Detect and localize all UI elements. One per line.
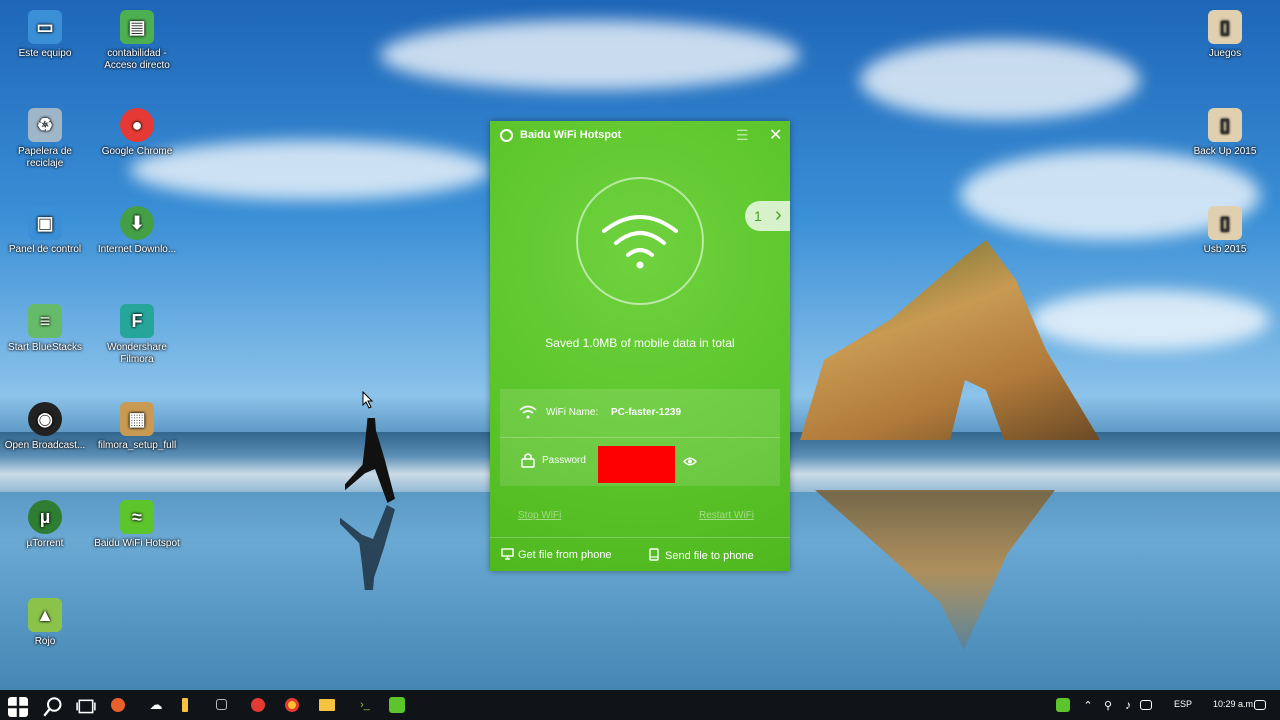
chrome-icon: ●: [120, 108, 154, 142]
clock[interactable]: 10:29 a.m.: [1213, 699, 1256, 709]
desktop-icon-chrome[interactable]: ● Google Chrome: [92, 108, 182, 158]
monitor-icon: [501, 548, 514, 560]
idm-icon: ⬇: [120, 206, 154, 240]
desktop-icon-utorrent[interactable]: µ µTorrent: [0, 500, 90, 550]
network-icon[interactable]: ⚲: [1098, 695, 1118, 715]
recycle-bin-icon: ♻: [28, 108, 62, 142]
eye-icon[interactable]: [683, 457, 697, 466]
phone-icon: [649, 548, 659, 561]
wifi-icon: [602, 215, 678, 269]
menu-button[interactable]: ☰: [736, 127, 749, 144]
rojo-icon: ▲: [28, 598, 62, 632]
file-explorer-icon[interactable]: [319, 699, 335, 711]
wifi-name-label: WiFi Name:: [546, 407, 599, 418]
desktop-icon-recycle-bin[interactable]: ♻ Papelera de reciclaje: [0, 108, 90, 170]
notifications-icon[interactable]: [1254, 700, 1266, 710]
wifi-small-icon: [519, 405, 537, 419]
desktop-icon-backup[interactable]: ▯ Back Up 2015: [1180, 108, 1270, 158]
desktop-icon-obs[interactable]: ◉ Open Broadcast...: [0, 402, 90, 452]
baidu-wifi-hotspot-window: Baidu WiFi Hotspot ☰ ✕ 1 › Saved 1.0MB o…: [490, 121, 790, 571]
desktop-icon-control-panel[interactable]: ▣ Panel de control: [0, 206, 90, 256]
taskbar: ☁ ›_ ⌃ ⚲ ♪ ESP 10:29 a.m.: [0, 690, 1280, 720]
action-center-icon[interactable]: [1140, 700, 1152, 710]
hotspot-info-panel: WiFi Name: PC-faster-1239 Password: [500, 389, 780, 486]
wifi-name-row[interactable]: WiFi Name: PC-faster-1239: [500, 389, 780, 438]
file-icon[interactable]: [182, 698, 188, 712]
lock-icon: [521, 453, 535, 468]
desktop-icon-este-equipo[interactable]: ▭ Este equipo: [0, 10, 90, 60]
bluestacks-icon: ≡: [28, 304, 62, 338]
desktop-icon-usb[interactable]: ▯ Usb 2015: [1180, 206, 1270, 256]
desktop-icon-filmora-setup[interactable]: ▦ filmora_setup_full: [92, 402, 182, 452]
firefox-icon[interactable]: [111, 698, 125, 712]
folder-icon: ▯: [1208, 10, 1242, 44]
chevron-right-icon: ›: [775, 204, 782, 226]
desktop-icon-contabilidad[interactable]: ▤ contabilidad - Acceso directo: [92, 10, 182, 72]
computer-icon: ▭: [28, 10, 62, 44]
send-file-button[interactable]: Send file to phone: [649, 548, 754, 562]
chrome-taskbar-icon[interactable]: [285, 698, 299, 712]
shortcut-icon: ▤: [120, 10, 154, 44]
task-view-icon[interactable]: [76, 697, 96, 717]
language-indicator[interactable]: ESP: [1174, 699, 1192, 709]
app-window-icon[interactable]: [216, 699, 227, 710]
search-icon[interactable]: [43, 697, 63, 717]
setup-icon: ▦: [120, 402, 154, 436]
stop-wifi-link[interactable]: Stop WiFi: [518, 510, 561, 521]
saved-data-text: Saved 1.0MB of mobile data in total: [545, 336, 735, 350]
baidu-wifi-tray-icon[interactable]: [1056, 698, 1070, 712]
volume-icon[interactable]: ♪: [1118, 695, 1138, 715]
wifi-icon: ≈: [120, 500, 154, 534]
filmora-icon: F: [120, 304, 154, 338]
onedrive-icon[interactable]: ☁: [146, 695, 166, 715]
file-transfer-bar: Get file from phone Send file to phone: [490, 537, 790, 572]
baidu-wifi-taskbar-icon[interactable]: [389, 697, 405, 713]
terminal-icon[interactable]: ›_: [355, 695, 375, 715]
get-file-button[interactable]: Get file from phone: [501, 548, 612, 561]
title-bar[interactable]: Baidu WiFi Hotspot ☰ ✕: [490, 121, 790, 149]
control-panel-icon: ▣: [28, 206, 62, 240]
desktop-icon-bluestacks[interactable]: ≡ Start BlueStacks: [0, 304, 90, 354]
close-button[interactable]: ✕: [769, 125, 782, 145]
folder-icon: ▯: [1208, 206, 1242, 240]
folder-icon: ▯: [1208, 108, 1242, 142]
restart-wifi-link[interactable]: Restart WiFi: [699, 510, 754, 521]
connected-devices-button[interactable]: 1 ›: [745, 201, 790, 231]
chevron-up-icon[interactable]: ⌃: [1078, 695, 1098, 715]
desktop-icon-baidu-wifi[interactable]: ≈ Baidu WiFi Hotspot: [92, 500, 182, 550]
desktop-icon-idm[interactable]: ⬇ Internet Downlo...: [92, 206, 182, 256]
password-value-redacted: [598, 446, 675, 483]
device-count: 1: [754, 208, 762, 224]
obs-icon: ◉: [28, 402, 62, 436]
windows-start-icon[interactable]: [8, 697, 28, 717]
wifi-name-value: PC-faster-1239: [611, 407, 682, 418]
desktop-icon-rojo[interactable]: ▲ Rojo: [0, 598, 90, 648]
rock-formation: [800, 240, 1100, 440]
desktop-icon-juegos[interactable]: ▯ Juegos: [1180, 10, 1270, 60]
desktop-icon-filmora[interactable]: F Wondershare Filmora: [92, 304, 182, 366]
baidu-logo-icon: [500, 129, 513, 142]
window-title: Baidu WiFi Hotspot: [520, 129, 622, 141]
utorrent-icon: µ: [28, 500, 62, 534]
opera-icon[interactable]: [251, 698, 265, 712]
password-row[interactable]: Password: [500, 437, 780, 485]
password-label: Password: [542, 455, 586, 466]
mouse-cursor-icon: [362, 391, 374, 409]
wifi-status-circle: [576, 177, 704, 305]
